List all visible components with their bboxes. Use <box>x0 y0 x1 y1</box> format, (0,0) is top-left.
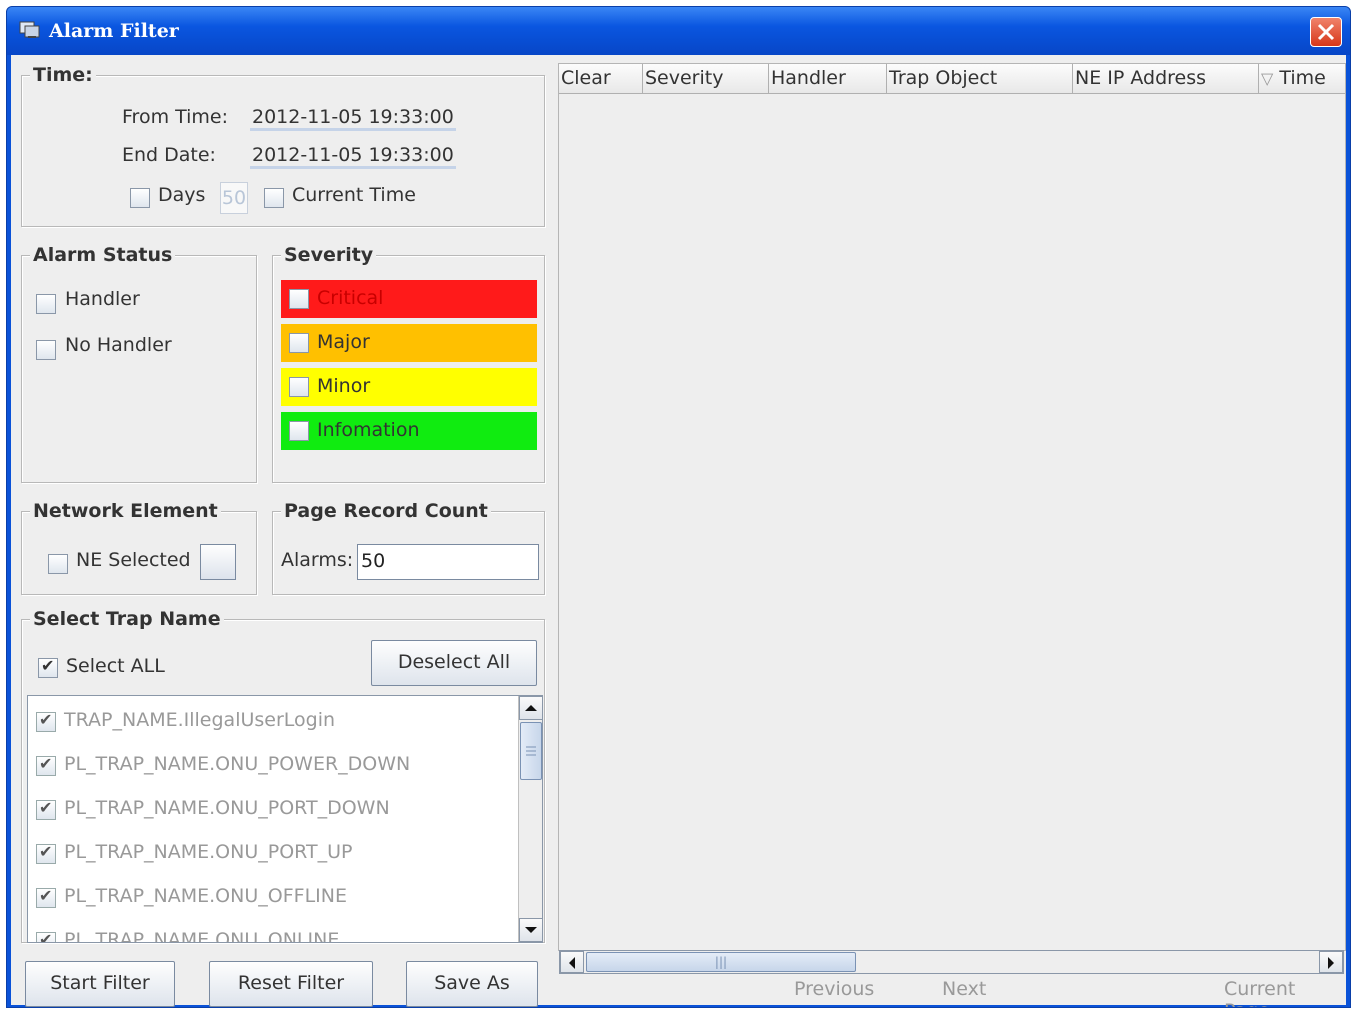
list-item[interactable]: PL_TRAP_NAME.ONU_OFFLINE <box>36 876 506 916</box>
column-header-severity[interactable]: Severity <box>643 64 769 94</box>
handler-checkbox[interactable] <box>36 294 56 314</box>
days-input[interactable]: 50 <box>220 182 248 214</box>
no-handler-checkbox[interactable] <box>36 340 56 360</box>
list-item[interactable]: PL_TRAP_NAME.ONU_POWER_DOWN <box>36 744 506 784</box>
list-item-checkbox[interactable] <box>36 798 56 820</box>
ne-selected-label: NE Selected <box>76 549 191 571</box>
list-item-label: PL_TRAP_NAME.ONU_ONLINE <box>64 929 340 943</box>
no-handler-label: No Handler <box>65 334 172 356</box>
select-all-checkbox[interactable] <box>38 656 58 678</box>
end-date-label: End Date: <box>122 144 216 166</box>
severity-legend: Severity <box>281 244 377 266</box>
column-header-trap-object[interactable]: Trap Object <box>887 64 1073 94</box>
scroll-right-button[interactable] <box>1319 951 1343 973</box>
current-page-label: Current Page <box>1224 978 1296 1007</box>
list-item[interactable]: TRAP_NAME.IllegalUserLogin <box>36 700 506 740</box>
page-record-legend: Page Record Count <box>281 500 491 522</box>
severity-group: Severity Critical Major Minor Infomation <box>272 244 545 483</box>
handler-label: Handler <box>65 288 140 310</box>
column-header-time-label: Time <box>1279 67 1326 89</box>
trap-name-list[interactable]: TRAP_NAME.IllegalUserLogin PL_TRAP_NAME.… <box>27 695 543 943</box>
previous-link[interactable]: Previous <box>794 978 874 1000</box>
alarm-status-group: Alarm Status Handler No Handler <box>21 244 257 483</box>
severity-minor-label: Minor <box>317 375 371 397</box>
list-item-label: PL_TRAP_NAME.ONU_OFFLINE <box>64 885 347 907</box>
close-button[interactable] <box>1310 17 1342 47</box>
severity-critical-checkbox[interactable] <box>289 289 309 309</box>
scroll-up-button[interactable] <box>519 696 542 720</box>
reset-filter-button[interactable]: Reset Filter <box>209 961 373 1007</box>
start-filter-button[interactable]: Start Filter <box>25 961 175 1007</box>
column-header-ne-ip-address[interactable]: NE IP Address <box>1073 64 1259 94</box>
time-legend: Time: <box>30 64 96 86</box>
severity-information-label: Infomation <box>317 419 420 441</box>
list-item[interactable]: PL_TRAP_NAME.ONU_ONLINE <box>36 920 506 943</box>
arrow-down-icon <box>525 927 537 933</box>
sort-indicator-icon: ▽ <box>1261 69 1274 88</box>
scroll-thumb[interactable] <box>520 722 542 780</box>
list-item-checkbox[interactable] <box>36 754 56 776</box>
ne-selected-checkbox[interactable] <box>48 554 68 574</box>
alarm-table[interactable]: Clear Severity Handler Trap Object NE IP… <box>558 63 1346 951</box>
window-app-icon <box>19 21 40 38</box>
close-icon <box>1317 23 1335 41</box>
days-checkbox[interactable] <box>130 188 150 208</box>
list-item-checkbox[interactable] <box>36 710 56 732</box>
column-header-handler[interactable]: Handler <box>769 64 887 94</box>
column-header-clear[interactable]: Clear <box>559 64 643 94</box>
list-item[interactable]: PL_TRAP_NAME.ONU_PORT_DOWN <box>36 788 506 828</box>
trap-list-scrollbar[interactable] <box>518 696 542 942</box>
severity-major-checkbox[interactable] <box>289 333 309 353</box>
list-item-checkbox[interactable] <box>36 886 56 908</box>
window-title: Alarm Filter <box>49 20 179 42</box>
deselect-all-button[interactable]: Deselect All <box>371 640 537 686</box>
page-record-count-group: Page Record Count Alarms: 50 <box>272 500 545 595</box>
table-header: Clear Severity Handler Trap Object NE IP… <box>559 64 1345 94</box>
severity-information[interactable]: Infomation <box>281 412 537 450</box>
column-header-time[interactable]: ▽ Time <box>1259 64 1347 94</box>
list-item-checkbox[interactable] <box>36 930 56 942</box>
network-element-legend: Network Element <box>30 500 221 522</box>
from-time-value[interactable]: 2012-11-05 19:33:00 <box>250 106 456 131</box>
severity-minor[interactable]: Minor <box>281 368 537 406</box>
time-group: Time: From Time: 2012-11-05 19:33:00 End… <box>21 64 545 227</box>
list-item-label: PL_TRAP_NAME.ONU_PORT_UP <box>64 841 353 863</box>
alarm-filter-window: Alarm Filter Time: From Time: 2012-11-05… <box>6 6 1351 1008</box>
scroll-down-button[interactable] <box>519 918 542 942</box>
scroll-thumb[interactable]: ||| <box>586 952 856 972</box>
alarms-count-input[interactable]: 50 <box>357 544 539 580</box>
arrow-left-icon <box>569 957 575 969</box>
days-label: Days <box>158 184 206 206</box>
list-item-label: PL_TRAP_NAME.ONU_POWER_DOWN <box>64 753 411 775</box>
trap-name-legend: Select Trap Name <box>30 608 224 630</box>
list-item-label: TRAP_NAME.IllegalUserLogin <box>64 709 336 731</box>
next-link[interactable]: Next <box>942 978 986 1000</box>
arrow-right-icon <box>1328 957 1334 969</box>
severity-major[interactable]: Major <box>281 324 537 362</box>
grip-icon <box>526 746 536 756</box>
network-element-group: Network Element NE Selected <box>21 500 257 595</box>
ne-select-button[interactable] <box>200 544 236 580</box>
current-time-checkbox[interactable] <box>264 188 284 208</box>
save-as-button[interactable]: Save As <box>406 961 538 1007</box>
from-time-label: From Time: <box>122 106 229 128</box>
title-bar[interactable]: Alarm Filter <box>7 7 1350 55</box>
content-area: Time: From Time: 2012-11-05 19:33:00 End… <box>11 55 1346 1007</box>
current-time-label: Current Time <box>292 184 416 206</box>
alarms-label: Alarms: <box>281 549 354 571</box>
severity-minor-checkbox[interactable] <box>289 377 309 397</box>
select-all-label: Select ALL <box>66 655 165 677</box>
severity-critical[interactable]: Critical <box>281 280 537 318</box>
alarm-status-legend: Alarm Status <box>30 244 176 266</box>
severity-critical-label: Critical <box>317 287 384 309</box>
arrow-up-icon <box>525 705 537 711</box>
table-horizontal-scrollbar[interactable]: ||| <box>559 950 1344 974</box>
list-item-label: PL_TRAP_NAME.ONU_PORT_DOWN <box>64 797 390 819</box>
list-item-checkbox[interactable] <box>36 842 56 864</box>
scroll-left-button[interactable] <box>560 951 584 973</box>
severity-major-label: Major <box>317 331 370 353</box>
list-item[interactable]: PL_TRAP_NAME.ONU_PORT_UP <box>36 832 506 872</box>
end-date-value[interactable]: 2012-11-05 19:33:00 <box>250 144 456 169</box>
severity-information-checkbox[interactable] <box>289 421 309 441</box>
